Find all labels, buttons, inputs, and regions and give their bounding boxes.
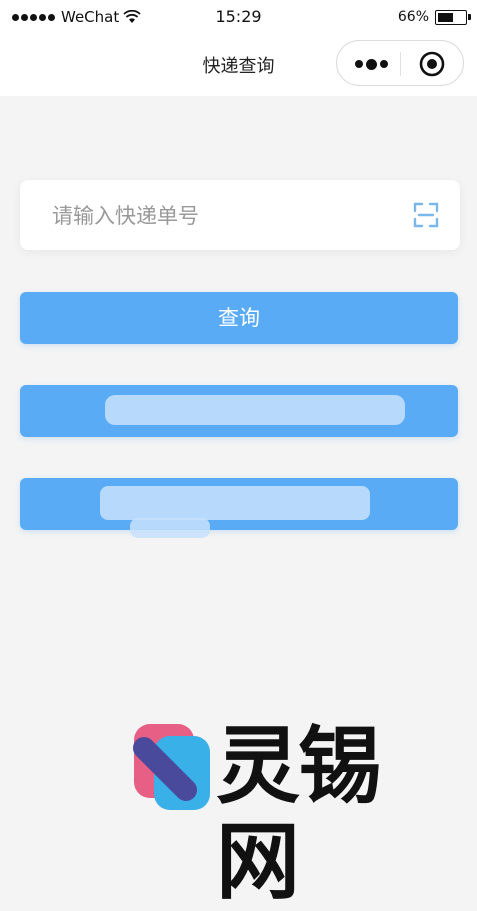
watermark: 灵锡网	[128, 718, 448, 910]
battery-percent: 66%	[397, 9, 429, 25]
scan-icon[interactable]	[412, 201, 440, 229]
tertiary-button[interactable]	[20, 478, 458, 538]
status-bar: WeChat 15:29 66%	[0, 0, 477, 36]
redacted-label	[100, 486, 370, 520]
capsule-divider	[400, 52, 401, 76]
target-close-icon[interactable]	[419, 51, 445, 77]
navigation-bar: 快递查询	[0, 36, 477, 96]
more-dots-icon[interactable]	[355, 54, 395, 74]
watermark-text: 灵锡网	[216, 717, 382, 911]
battery-icon	[435, 9, 471, 25]
redacted-label	[130, 518, 210, 538]
tracking-number-field	[20, 180, 460, 250]
secondary-button[interactable]	[20, 385, 458, 437]
battery-status: 66%	[397, 9, 471, 25]
redacted-label	[105, 395, 405, 425]
query-button[interactable]: 查询	[20, 292, 458, 344]
tracking-number-input[interactable]	[50, 198, 394, 234]
watermark-logo	[133, 724, 210, 810]
mini-program-capsule	[336, 40, 464, 86]
